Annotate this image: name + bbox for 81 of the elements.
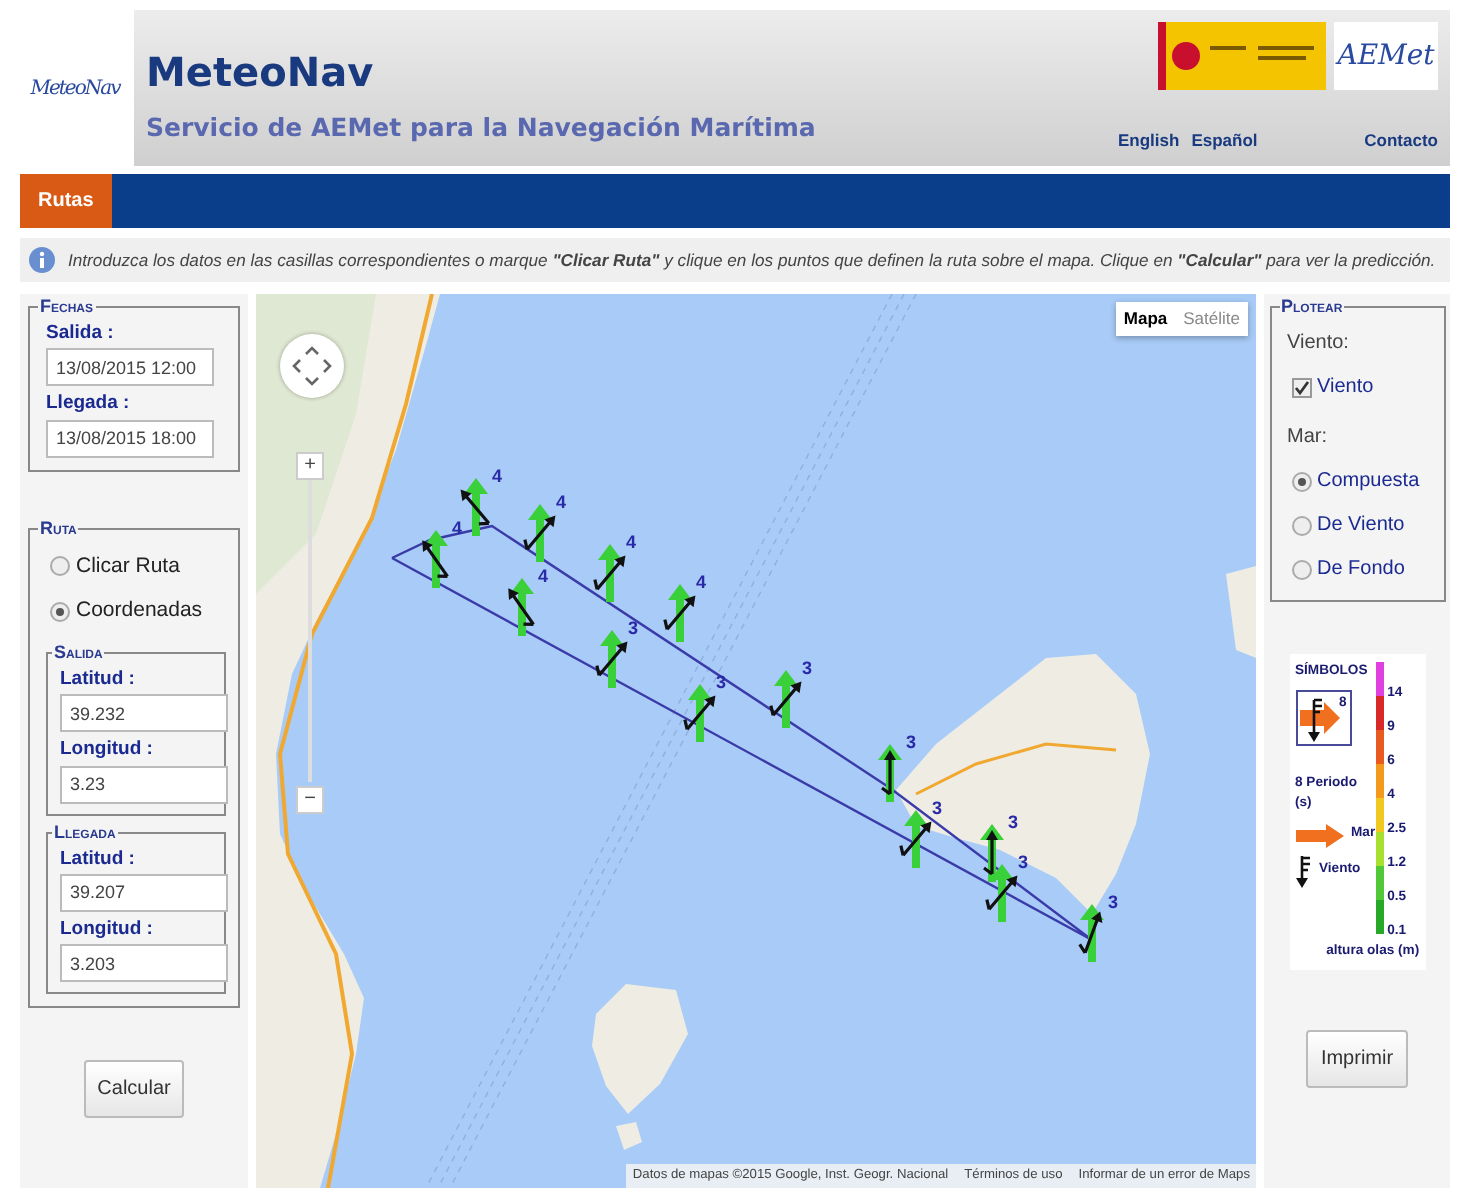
wave-period-label: 4 bbox=[696, 572, 707, 592]
site-title: MeteoNav bbox=[146, 46, 376, 100]
wave-period-label: 3 bbox=[802, 658, 813, 678]
fieldset-legend: Fechas bbox=[38, 298, 96, 316]
section-label: Mar: bbox=[1287, 424, 1329, 452]
sea-arrow-icon bbox=[1295, 823, 1343, 848]
radio-button[interactable] bbox=[1291, 559, 1311, 579]
field-label: Longitud : bbox=[60, 915, 155, 944]
zoom-in-button[interactable]: + bbox=[296, 452, 324, 480]
island-drawing bbox=[592, 984, 688, 1114]
partner-logo: AEMet bbox=[1334, 22, 1438, 90]
option-label: De Viento bbox=[1317, 512, 1405, 540]
calculate-button[interactable]: Calcular bbox=[83, 1060, 185, 1118]
wave-arrow-icon bbox=[878, 744, 902, 802]
info-text: Introduzca los datos en las casillas correspondientes o marque "Clicar Ruta" y clique en los puntos que definen la ruta sobre el mapa. Clique en "Calcular" para ver la predicción. bbox=[68, 247, 1436, 273]
wave-arrow-icon bbox=[683, 684, 716, 742]
contact-link[interactable]: Contacto bbox=[1364, 128, 1438, 154]
wave-period-label: 3 bbox=[1108, 892, 1119, 912]
input-field[interactable]: 13/08/2015 12:00 bbox=[46, 348, 214, 387]
option-label: Coordenadas bbox=[76, 596, 203, 627]
wave-period-label: 4 bbox=[626, 532, 637, 552]
map-type-button[interactable]: Mapa bbox=[1115, 302, 1176, 336]
wave-period-label: 3 bbox=[1008, 812, 1019, 832]
field-label: Latitud : bbox=[60, 845, 137, 873]
option-label: De Fondo bbox=[1317, 556, 1405, 584]
fieldset-legend: Salida bbox=[52, 644, 105, 662]
radio-button[interactable] bbox=[50, 556, 70, 577]
wave-period-label: 3 bbox=[716, 672, 727, 692]
wave-arrow-icon bbox=[508, 578, 536, 636]
logo-text: MeteoNav bbox=[30, 75, 120, 103]
radio-button[interactable] bbox=[50, 602, 70, 623]
wave-arrow-icon bbox=[422, 530, 450, 588]
wave-arrow-icon bbox=[523, 504, 556, 562]
radio-button[interactable] bbox=[1291, 515, 1311, 535]
site-subtitle: Servicio de AEMet para la Navegación Marítima bbox=[146, 110, 816, 146]
option-label: Clicar Ruta bbox=[76, 551, 180, 581]
input-field[interactable]: 39.207 bbox=[60, 873, 228, 912]
wave-arrow-icon bbox=[595, 630, 628, 688]
wave-arrow-icon bbox=[899, 810, 932, 868]
wave-period-label: 4 bbox=[492, 466, 503, 486]
wave-arrow-icon bbox=[769, 670, 802, 728]
island-drawing bbox=[616, 1122, 642, 1150]
wave-period-label: 3 bbox=[628, 618, 639, 638]
tab[interactable]: Rutas bbox=[20, 174, 112, 228]
input-field[interactable]: 3.203 bbox=[60, 944, 228, 982]
section-label: Viento: bbox=[1287, 330, 1351, 358]
wave-arrow-icon bbox=[593, 544, 626, 602]
wave-period-label: 4 bbox=[452, 518, 463, 538]
wave-arrow-icon bbox=[460, 478, 491, 536]
wave-period-label: 3 bbox=[932, 798, 943, 818]
wave-period-label: 4 bbox=[538, 566, 549, 586]
government-logo-icon bbox=[1158, 22, 1326, 90]
wave-period-label: 4 bbox=[556, 492, 567, 512]
wave-period-label: 3 bbox=[906, 732, 917, 752]
fieldset-legend: Ruta bbox=[38, 519, 79, 537]
field-label: Longitud : bbox=[60, 736, 155, 765]
field-label: Llegada : bbox=[46, 390, 132, 419]
input-field[interactable]: 3.23 bbox=[60, 765, 228, 803]
print-button[interactable]: Imprimir bbox=[1306, 1030, 1408, 1089]
info-icon bbox=[28, 246, 56, 274]
field-label: Latitud : bbox=[60, 666, 137, 694]
fieldset-legend: Llegada bbox=[52, 823, 118, 841]
wind-barb-icon bbox=[1295, 855, 1311, 888]
input-field[interactable]: 13/08/2015 18:00 bbox=[46, 419, 214, 457]
wave-arrow-icon bbox=[985, 864, 1018, 922]
language-link[interactable]: Español bbox=[1191, 128, 1258, 154]
wave-period-label: 3 bbox=[1018, 852, 1029, 872]
language-link[interactable]: English bbox=[1118, 128, 1180, 154]
wave-arrow-icon bbox=[1078, 904, 1104, 962]
field-label: Salida : bbox=[46, 320, 116, 348]
option-label: Viento bbox=[1317, 374, 1374, 402]
sea-wind-symbol-icon bbox=[1299, 694, 1339, 743]
wave-arrow-icon bbox=[663, 584, 696, 642]
fieldset-legend: Plotear bbox=[1279, 298, 1345, 316]
option-label: Compuesta bbox=[1317, 468, 1420, 496]
zoom-out-button[interactable]: − bbox=[296, 786, 324, 814]
checkbox[interactable] bbox=[1291, 377, 1311, 397]
map-type-button[interactable]: Satélite bbox=[1175, 302, 1248, 336]
radio-button[interactable] bbox=[1291, 471, 1311, 491]
input-field[interactable]: 39.232 bbox=[60, 694, 228, 733]
island-drawing bbox=[1226, 566, 1256, 658]
